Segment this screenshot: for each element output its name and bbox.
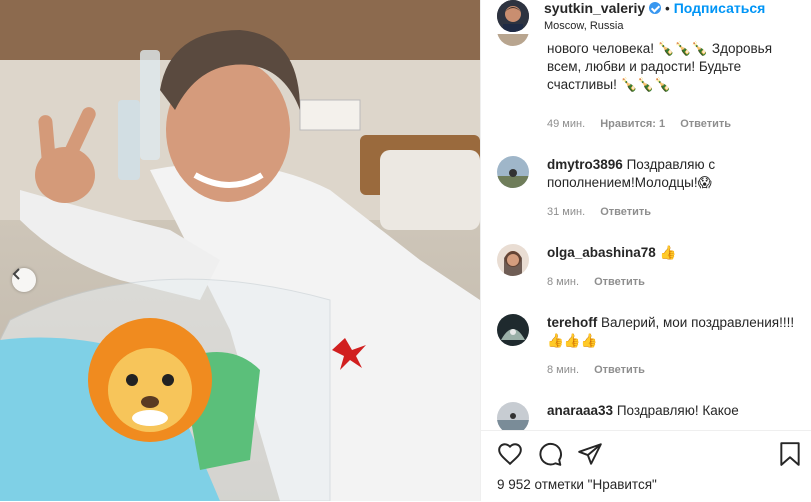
share-icon[interactable] (577, 441, 603, 467)
post-header: syutkin_valeriy • Подписаться Moscow, Russ… (481, 0, 811, 34)
avatar-image (497, 314, 529, 346)
reply-button[interactable]: Ответить (680, 118, 731, 130)
post-photo[interactable] (0, 0, 480, 501)
follow-button[interactable]: Подписаться (674, 0, 766, 16)
likes-count[interactable]: 9 952 отметки "Нравится" (497, 477, 657, 492)
comment-time[interactable]: 31 мин. (547, 206, 585, 218)
comment-meta: 8 мин. Ответить (547, 364, 657, 376)
comment-username[interactable]: dmytro3896 (547, 157, 623, 172)
comment-username[interactable]: anaraaa33 (547, 403, 613, 418)
avatar-image (497, 34, 529, 46)
reply-button[interactable]: Ответить (594, 364, 645, 376)
avatar-image (497, 156, 529, 188)
post-actions: 9 952 отметки "Нравится" (481, 430, 811, 502)
comment-body: dmytro3896 Поздравляю с пополнением!Моло… (547, 156, 797, 192)
comment-avatar[interactable] (497, 156, 529, 188)
heart-icon[interactable] (497, 441, 523, 467)
comment-text: Поздравляю! Какое (616, 403, 739, 418)
author-avatar[interactable] (497, 0, 529, 32)
location-link[interactable]: Moscow, Russia (544, 20, 623, 32)
comment-meta: 49 мин. Нравится: 1 Ответить (547, 118, 743, 130)
author-username[interactable]: syutkin_valeriy (544, 0, 645, 16)
chevron-left-icon (12, 268, 20, 280)
comment-text: 👍 (659, 245, 677, 260)
comment-time[interactable]: 8 мин. (547, 276, 579, 288)
photo-illustration (0, 0, 480, 501)
avatar-image (497, 402, 529, 430)
author-line: syutkin_valeriy • Подписаться (544, 0, 765, 16)
comments-list[interactable]: нового человека! 🍾🍾🍾 Здоровья всем, любв… (481, 34, 811, 430)
comment-icon[interactable] (537, 441, 563, 467)
avatar-image (497, 244, 529, 276)
comment-time[interactable]: 49 мин. (547, 118, 585, 130)
comment-username[interactable]: olga_abashina78 (547, 245, 656, 260)
verified-icon (649, 2, 662, 14)
comment-meta: 8 мин. Ответить (547, 276, 657, 288)
comment-body: olga_abashina78 👍 (547, 244, 797, 262)
previous-photo-button[interactable] (12, 268, 36, 292)
comment-text: нового человека! 🍾🍾🍾 Здоровья всем, любв… (547, 41, 772, 92)
post-panel: syutkin_valeriy • Подписаться Moscow, Russ… (480, 0, 811, 501)
comment-time[interactable]: 8 мин. (547, 364, 579, 376)
comment-avatar[interactable] (497, 34, 529, 46)
comment-meta: 31 мин. Ответить (547, 206, 663, 218)
reply-button[interactable]: Ответить (594, 276, 645, 288)
separator-dot: • (665, 1, 670, 16)
reply-button[interactable]: Ответить (600, 206, 651, 218)
avatar-photo (497, 0, 529, 32)
comment-body: anaraaa33 Поздравляю! Какое (547, 402, 797, 420)
bookmark-icon[interactable] (777, 441, 803, 467)
comment-avatar[interactable] (497, 314, 529, 346)
comment-username[interactable]: terehoff (547, 315, 597, 330)
comment-avatar[interactable] (497, 402, 529, 430)
comment-likes[interactable]: Нравится: 1 (600, 118, 665, 130)
comment-body: terehoff Валерий, мои поздравления!!!! 👍… (547, 314, 797, 350)
comment-avatar[interactable] (497, 244, 529, 276)
